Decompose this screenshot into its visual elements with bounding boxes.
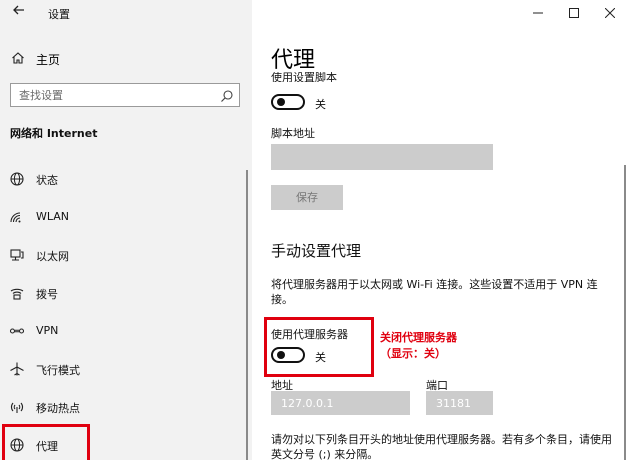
script-toggle-state: 关 xyxy=(315,98,326,111)
minimize-icon[interactable] xyxy=(520,0,556,26)
maximize-icon[interactable] xyxy=(556,0,592,26)
manual-proxy-description: 将代理服务器用于以太网或 Wi-Fi 连接。这些设置不适用于 VPN 连接。 xyxy=(271,278,598,306)
annotation-highlight-toggle xyxy=(264,317,374,377)
airplane-icon xyxy=(9,361,25,377)
sidebar-item-label: VPN xyxy=(36,324,59,337)
globe-status-icon xyxy=(9,171,25,187)
proxy-exceptions-description: 请勿对以下列条目开头的地址使用代理服务器。若有多个条目，请使用英文分号 (;) … xyxy=(271,433,612,460)
sidebar-item-label: 飞行模式 xyxy=(36,364,80,377)
toggle-knob xyxy=(277,98,285,106)
search-icon[interactable] xyxy=(220,88,234,102)
settings-nav-pane: 设置 主页 网络和 Internet 状态 WLAN 以太网 xyxy=(0,0,252,460)
search-box[interactable] xyxy=(10,83,240,107)
search-input[interactable] xyxy=(11,84,211,106)
sidebar-item-status[interactable]: 状态 xyxy=(0,162,252,196)
sidebar-item-ethernet[interactable]: 以太网 xyxy=(0,238,252,272)
sidebar-item-vpn[interactable]: VPN xyxy=(0,314,252,348)
script-toggle-label: 使用设置脚本 xyxy=(271,72,337,82)
annotation-line-1: 关闭代理服务器 xyxy=(380,331,457,344)
sidebar-item-label: 拨号 xyxy=(36,288,58,301)
home-icon xyxy=(10,50,26,66)
nav-scrollbar[interactable] xyxy=(246,170,248,460)
save-button[interactable]: 保存 xyxy=(271,185,343,210)
script-toggle[interactable] xyxy=(271,94,305,110)
vpn-icon xyxy=(9,323,25,339)
window-controls xyxy=(520,0,632,26)
dialup-icon xyxy=(9,285,25,301)
manual-proxy-heading: 手动设置代理 xyxy=(271,242,362,260)
nav-section-title: 网络和 Internet xyxy=(10,127,98,140)
proxy-address-input[interactable] xyxy=(271,391,410,415)
back-arrow-icon[interactable] xyxy=(10,3,28,21)
sidebar-item-label: WLAN xyxy=(36,210,70,223)
app-title: 设置 xyxy=(48,8,70,21)
sidebar-item-label: 以太网 xyxy=(36,250,69,263)
script-address-input[interactable] xyxy=(271,144,493,170)
content-scrollbar[interactable] xyxy=(624,165,626,460)
nav-home-label: 主页 xyxy=(36,53,61,67)
annotation-line-2: （显示：关） xyxy=(380,347,446,360)
ethernet-icon xyxy=(9,247,25,263)
wifi-icon xyxy=(9,209,25,225)
proxy-port-input[interactable] xyxy=(426,391,493,415)
sidebar-item-wlan[interactable]: WLAN xyxy=(0,200,252,234)
proxy-settings-content: 代理 使用设置脚本 关 脚本地址 保存 手动设置代理 将代理服务器用于以太网或 … xyxy=(252,0,632,460)
close-icon[interactable] xyxy=(592,0,628,26)
script-address-label: 脚本地址 xyxy=(271,127,315,140)
hotspot-icon xyxy=(9,399,25,415)
sidebar-item-mobile-hotspot[interactable]: 移动热点 xyxy=(0,390,252,424)
sidebar-item-label: 状态 xyxy=(36,174,58,187)
sidebar-item-airplane-mode[interactable]: 飞行模式 xyxy=(0,352,252,386)
annotation-highlight-proxy xyxy=(2,424,90,460)
nav-home[interactable]: 主页 xyxy=(0,46,252,70)
annotation-note: 关闭代理服务器 （显示：关） xyxy=(380,330,457,362)
page-title: 代理 xyxy=(271,48,316,73)
sidebar-item-label: 移动热点 xyxy=(36,402,80,415)
sidebar-item-dialup[interactable]: 拨号 xyxy=(0,276,252,310)
